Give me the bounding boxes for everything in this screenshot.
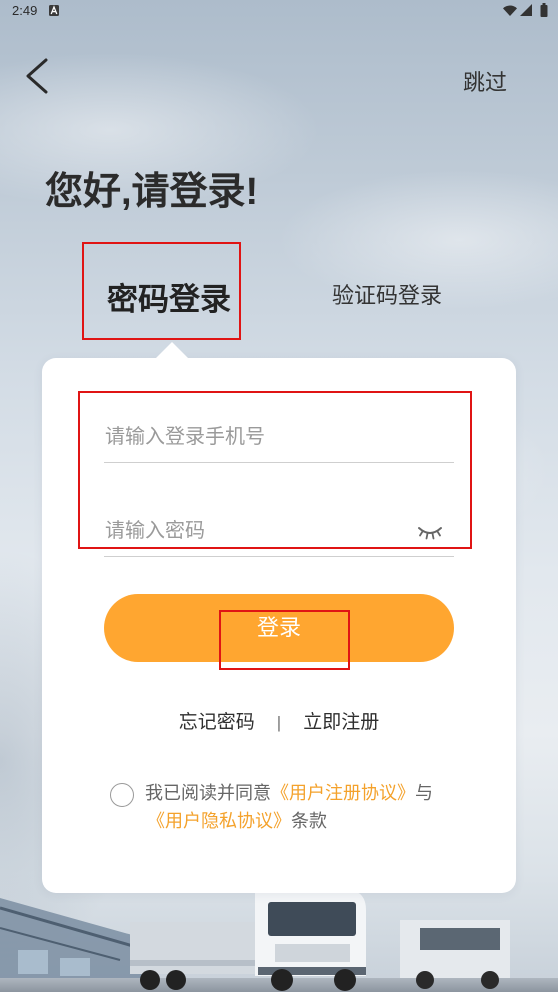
phone-input[interactable] — [104, 420, 454, 463]
truck-scenery-image — [0, 890, 558, 992]
links-separator: | — [276, 713, 282, 732]
agreement-text-line-1: 我已阅读并同意《用户注册协议》与 — [145, 779, 433, 807]
eye-closed-icon[interactable] — [417, 524, 443, 542]
a-notification-icon — [49, 5, 59, 16]
back-button[interactable] — [22, 56, 52, 96]
wifi-icon — [503, 5, 517, 16]
card-pointer — [156, 342, 188, 358]
terms-agreement-link[interactable]: 《用户注册协议》 — [271, 783, 415, 803]
tab-password-login[interactable]: 密码登录 — [107, 283, 231, 317]
page-title: 您好,请登录! — [45, 171, 259, 213]
account-links: 忘记密码 | 立即注册 — [42, 711, 516, 735]
signal-icon — [520, 4, 532, 16]
tab-sms-code-login[interactable]: 验证码登录 — [332, 282, 442, 310]
login-card: 登录 忘记密码 | 立即注册 我已阅读并同意《用户注册协议》与 《用户隐私协议》… — [42, 342, 516, 893]
agreement-text-line-2: 《用户隐私协议》条款 — [147, 807, 327, 835]
agreement-suffix: 条款 — [291, 811, 327, 831]
login-button[interactable]: 登录 — [104, 594, 454, 662]
battery-icon — [540, 3, 548, 17]
register-link[interactable]: 立即注册 — [303, 711, 379, 735]
skip-button[interactable]: 跳过 — [463, 69, 507, 97]
password-input[interactable] — [104, 514, 454, 557]
privacy-agreement-link[interactable]: 《用户隐私协议》 — [147, 811, 291, 831]
status-time: 2:49 — [12, 3, 38, 18]
agreement-prefix: 我已阅读并同意 — [145, 783, 271, 803]
forgot-password-link[interactable]: 忘记密码 — [179, 711, 255, 735]
agreement-checkbox[interactable] — [110, 783, 134, 807]
agreement-conjunction: 与 — [415, 783, 433, 803]
chevron-left-icon — [26, 58, 48, 94]
